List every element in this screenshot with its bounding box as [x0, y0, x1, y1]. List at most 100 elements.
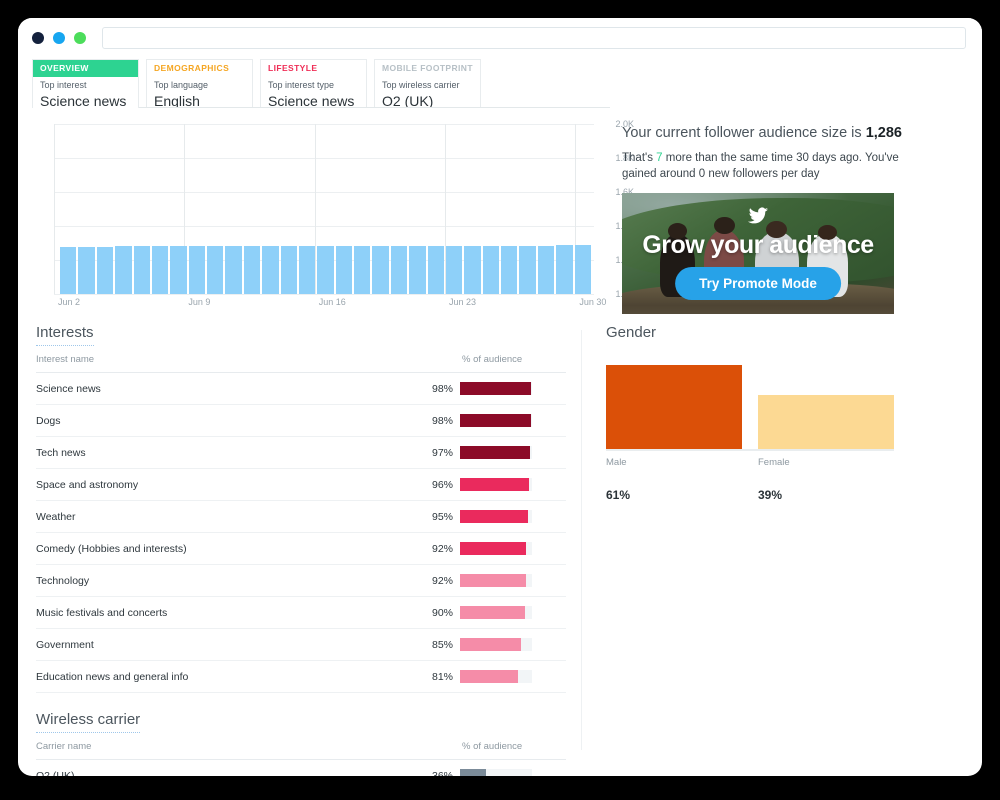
tab-overview-value: Science news: [33, 91, 138, 108]
browser-titlebar: [18, 18, 982, 58]
wireless-section-title: Wireless carrier: [36, 711, 140, 733]
tab-lifestyle[interactable]: LIFESTYLE Top interest type Science news: [260, 59, 367, 108]
row-percent: 98%: [381, 373, 453, 405]
minimize-dot-icon[interactable]: [53, 32, 65, 44]
tab-overview[interactable]: OVERVIEW Top interest Science news: [32, 59, 139, 108]
chart-bar[interactable]: [299, 246, 315, 294]
gender-values: 61%39%: [606, 488, 894, 502]
table-row: Science news98%: [36, 373, 566, 405]
row-percent: 92%: [381, 533, 453, 565]
table-row: O2 (UK)36%: [36, 760, 566, 777]
chart-x-tick-label: Jun 16: [319, 297, 346, 307]
chart-bar[interactable]: [336, 246, 352, 294]
chart-bar[interactable]: [519, 246, 535, 294]
chart-bar[interactable]: [538, 246, 554, 294]
chart-bar[interactable]: [281, 246, 297, 294]
chart-x-tick-label: Jun 9: [188, 297, 210, 307]
chart-bar[interactable]: [501, 246, 517, 294]
audience-summary-panel: Your current follower audience size is 1…: [622, 124, 912, 314]
chart-bar[interactable]: [207, 246, 223, 294]
interests-col-pct-spacer: [381, 354, 453, 373]
row-bar-fill: [460, 414, 531, 427]
interests-table-header-row: Interest name % of audience: [36, 354, 566, 373]
tab-mobile-footprint[interactable]: MOBILE FOOTPRINT Top wireless carrier O2…: [374, 59, 481, 108]
maximize-dot-icon[interactable]: [74, 32, 86, 44]
chart-bar[interactable]: [244, 246, 260, 294]
chart-bar[interactable]: [391, 246, 407, 294]
row-label: O2 (UK): [36, 760, 381, 777]
chart-vertical-gridline: [54, 124, 55, 294]
chart-gridline: [54, 294, 594, 295]
gender-labels: MaleFemale: [606, 457, 894, 468]
tab-mobile-footprint-sublabel: Top wireless carrier: [375, 77, 480, 91]
row-bar-cell: [453, 469, 566, 501]
audience-size-value: 1,286: [866, 125, 902, 141]
tab-demographics[interactable]: DEMOGRAPHICS Top language English: [146, 59, 253, 108]
close-dot-icon[interactable]: [32, 32, 44, 44]
row-label: Education news and general info: [36, 661, 381, 693]
column-divider: [581, 330, 582, 750]
chart-bar[interactable]: [556, 245, 572, 294]
chart-bar[interactable]: [115, 246, 131, 294]
wireless-carrier-table: Carrier name % of audience O2 (UK)36%: [36, 741, 566, 776]
gender-bars: [606, 365, 894, 451]
tab-mobile-footprint-value: O2 (UK): [375, 91, 480, 108]
address-bar-input[interactable]: [102, 27, 966, 49]
chart-bar[interactable]: [225, 246, 241, 294]
gender-bar[interactable]: [606, 365, 742, 449]
chart-bar[interactable]: [189, 246, 205, 294]
chart-bar[interactable]: [483, 246, 499, 294]
chart-bar[interactable]: [446, 246, 462, 294]
try-promote-mode-button[interactable]: Try Promote Mode: [675, 267, 841, 300]
row-percent: 92%: [381, 565, 453, 597]
row-percent: 98%: [381, 405, 453, 437]
row-bar-track: [460, 574, 532, 587]
row-label: Weather: [36, 501, 381, 533]
row-bar-cell: [453, 565, 566, 597]
chart-bar[interactable]: [134, 246, 150, 294]
row-percent: 97%: [381, 437, 453, 469]
audience-size-headline-prefix: Your current follower audience size is: [622, 125, 866, 141]
row-bar-fill: [460, 542, 526, 555]
chart-bar[interactable]: [78, 247, 94, 294]
chart-bar[interactable]: [317, 246, 333, 294]
right-column: Gender MaleFemale 61%39%: [606, 324, 936, 475]
chart-bar[interactable]: [170, 246, 186, 294]
table-row: Comedy (Hobbies and interests)92%: [36, 533, 566, 565]
table-row: Government85%: [36, 629, 566, 661]
follower-bar-chart: 2.0K1.8K1.6K1.4K1.2K1.0KJun 2Jun 9Jun 16…: [54, 124, 594, 294]
chart-bar[interactable]: [575, 245, 591, 294]
chart-x-tick-label: Jun 23: [449, 297, 476, 307]
row-percent: 96%: [381, 469, 453, 501]
promo-title: Grow your audience: [622, 231, 894, 260]
row-bar-cell: [453, 597, 566, 629]
wireless-col-name: Carrier name: [36, 741, 381, 760]
interests-section-title: Interests: [36, 324, 94, 346]
table-row: Music festivals and concerts90%: [36, 597, 566, 629]
row-bar-fill: [460, 510, 528, 523]
chart-bar[interactable]: [60, 247, 76, 294]
row-bar-track: [460, 446, 532, 459]
row-percent: 95%: [381, 501, 453, 533]
chart-bar[interactable]: [152, 246, 168, 294]
audience-change-text: That's 7 more than the same time 30 days…: [622, 150, 912, 183]
row-bar-track: [460, 542, 532, 555]
gender-bar[interactable]: [758, 395, 894, 449]
row-label: Tech news: [36, 437, 381, 469]
tab-lifestyle-category: LIFESTYLE: [261, 60, 366, 77]
chart-bar[interactable]: [409, 246, 425, 294]
chart-bar[interactable]: [372, 246, 388, 294]
chart-bar[interactable]: [262, 246, 278, 294]
row-bar-fill: [460, 638, 521, 651]
promote-mode-banner[interactable]: Grow your audience Try Promote Mode: [622, 193, 894, 314]
chart-bar[interactable]: [428, 246, 444, 294]
chart-bar[interactable]: [464, 246, 480, 294]
row-bar-cell: [453, 533, 566, 565]
wireless-table-header-row: Carrier name % of audience: [36, 741, 566, 760]
left-column: Interests Interest name % of audience Sc…: [36, 324, 566, 776]
table-row: Weather95%: [36, 501, 566, 533]
chart-bar[interactable]: [97, 247, 113, 294]
chart-bar[interactable]: [354, 246, 370, 294]
tab-demographics-sublabel: Top language: [147, 77, 252, 91]
interests-col-name: Interest name: [36, 354, 381, 373]
